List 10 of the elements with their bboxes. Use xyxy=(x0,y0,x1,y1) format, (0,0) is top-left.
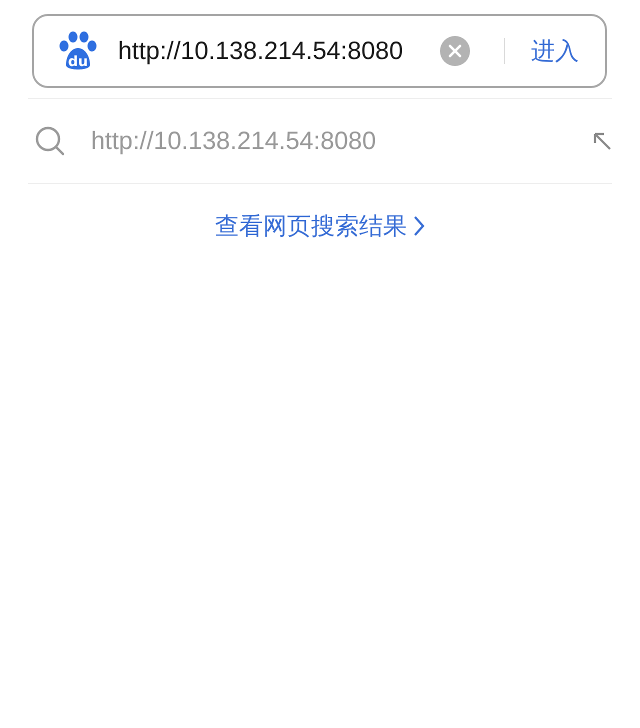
clear-button[interactable] xyxy=(440,36,470,66)
fill-in-arrow-icon[interactable] xyxy=(592,131,612,151)
paw-logo: du xyxy=(58,31,98,71)
web-results-link[interactable]: 查看网页搜索结果 xyxy=(215,210,425,242)
close-icon xyxy=(448,44,462,58)
url-field[interactable]: http://10.138.214.54:8080 xyxy=(118,36,432,66)
search-icon xyxy=(35,126,65,156)
suggestion-text[interactable]: http://10.138.214.54:8080 xyxy=(91,126,592,156)
enter-button[interactable]: 进入 xyxy=(531,35,579,67)
chevron-right-icon xyxy=(413,215,425,237)
